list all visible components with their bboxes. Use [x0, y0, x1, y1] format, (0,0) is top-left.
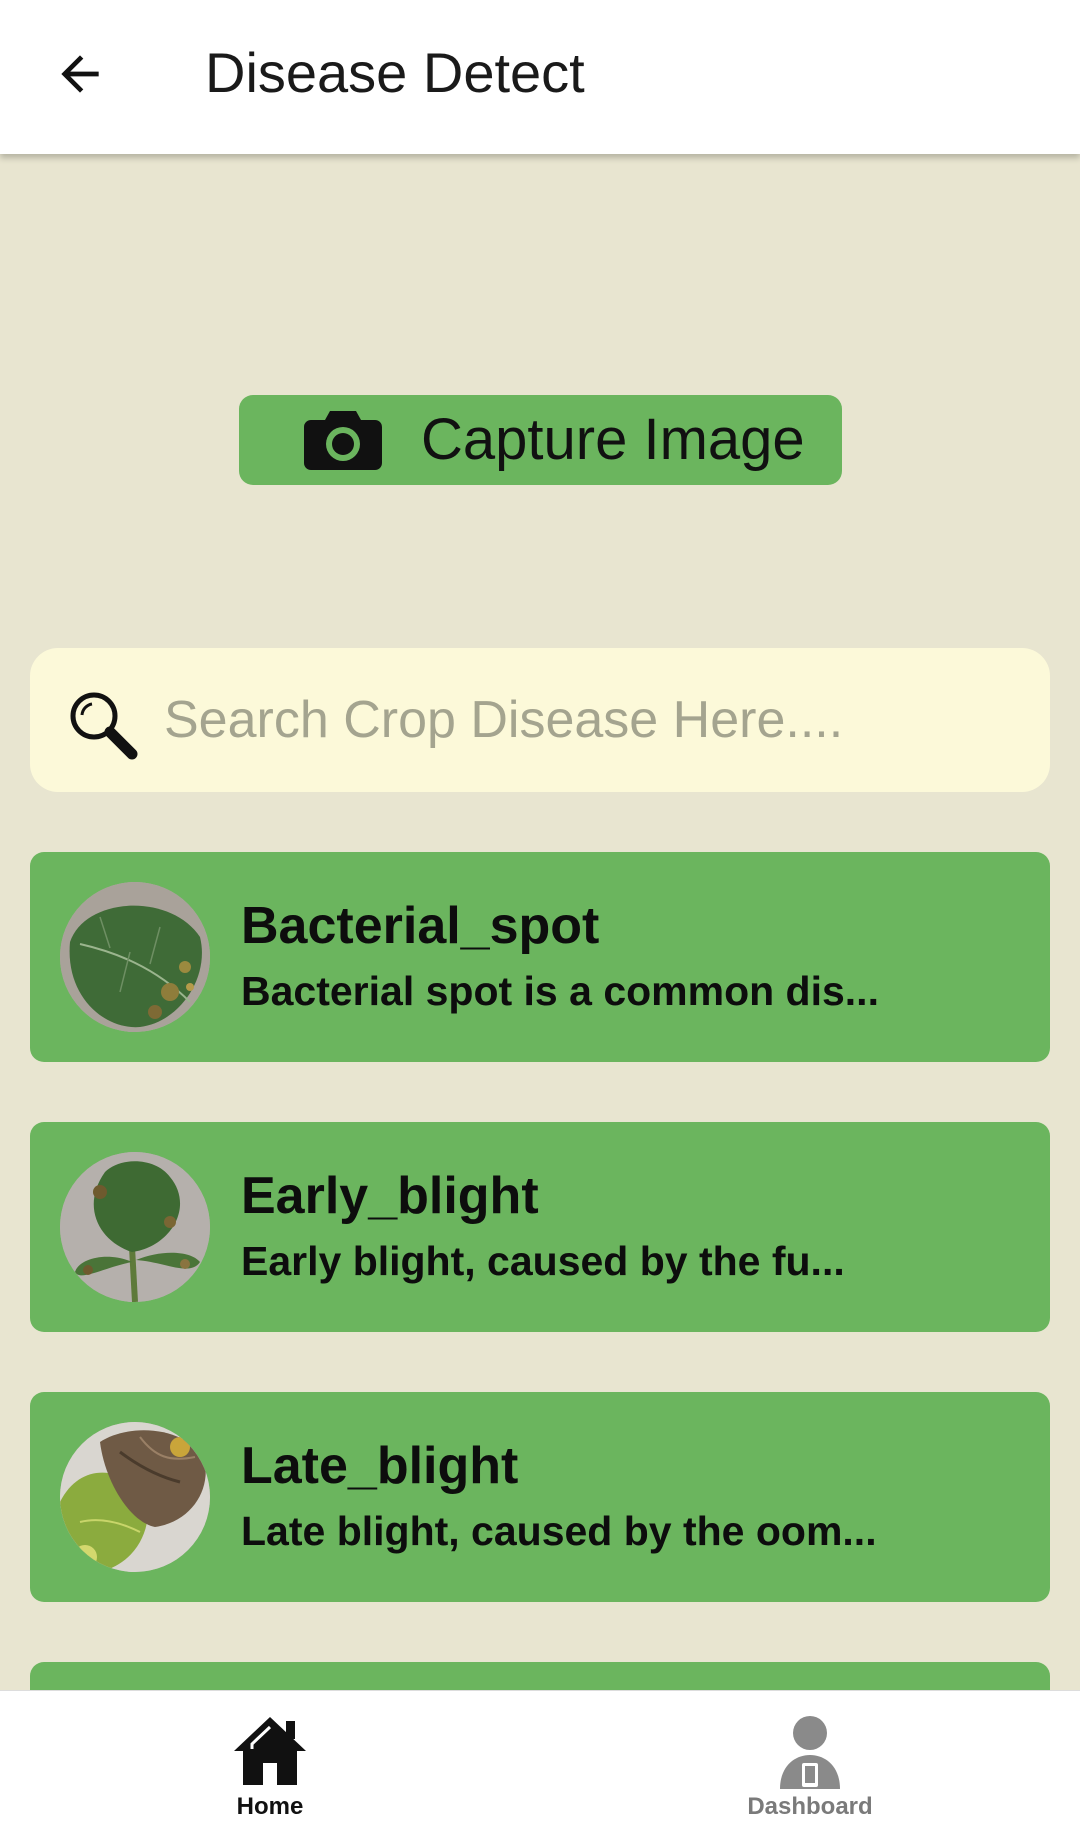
disease-card-bacterial-spot[interactable]: Bacterial_spot Bacterial spot is a commo… — [30, 852, 1050, 1062]
arrow-back-icon — [61, 55, 99, 93]
disease-thumbnail — [60, 1152, 210, 1302]
page-title: Disease Detect — [205, 41, 585, 104]
search-bar[interactable] — [30, 648, 1050, 792]
disease-title: Late_blight — [241, 1437, 519, 1495]
disease-description: Early blight, caused by the fu... — [241, 1238, 845, 1284]
disease-card-early-blight[interactable]: Early_blight Early blight, caused by the… — [30, 1122, 1050, 1332]
dashboard-user-icon — [780, 1716, 840, 1789]
search-input[interactable] — [164, 678, 1024, 762]
disease-title: Bacterial_spot — [241, 897, 600, 955]
nav-home[interactable]: Home — [120, 1691, 420, 1835]
disease-card-late-blight[interactable]: Late_blight Late blight, caused by the o… — [30, 1392, 1050, 1602]
capture-image-label: Capture Image — [421, 407, 805, 472]
home-icon — [234, 1717, 306, 1785]
search-icon — [70, 692, 138, 760]
disease-description: Bacterial spot is a common dis... — [241, 968, 879, 1014]
nav-dashboard-label: Dashboard — [747, 1793, 873, 1820]
app-bar: Disease Detect — [0, 0, 1080, 154]
nav-dashboard[interactable]: Dashboard — [660, 1691, 960, 1835]
capture-image-button[interactable]: Capture Image — [239, 395, 842, 485]
disease-thumbnail — [60, 1422, 210, 1572]
camera-icon — [304, 411, 382, 470]
disease-title: Early_blight — [241, 1167, 539, 1225]
back-button[interactable] — [44, 38, 116, 110]
nav-home-label: Home — [236, 1793, 304, 1820]
bottom-navigation: Home Dashboard — [0, 1690, 1080, 1835]
disease-thumbnail — [60, 882, 210, 1032]
disease-description: Late blight, caused by the oom... — [241, 1508, 877, 1554]
